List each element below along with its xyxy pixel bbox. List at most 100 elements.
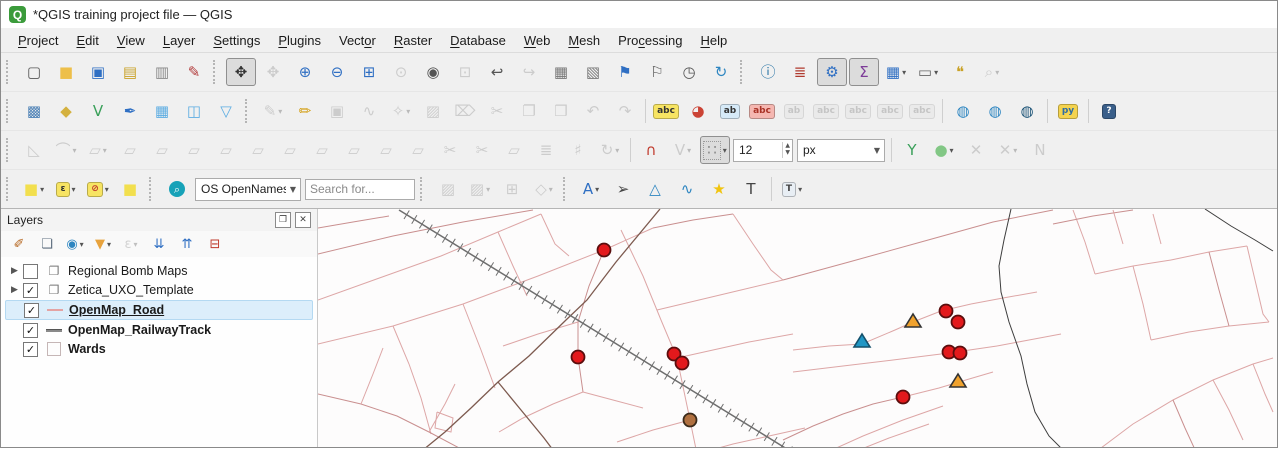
chevron-down-icon[interactable]: ▾ [1013,146,1017,155]
zoom-last[interactable]: ↩ [482,58,512,86]
new-shapefile-layer[interactable]: V [83,97,113,125]
refresh-map[interactable]: ↻ [706,58,736,86]
create-marker-annotation[interactable]: ★ [704,175,734,203]
new-temporary-scratch-layer[interactable]: ▦ [147,97,177,125]
style-manager[interactable]: ✎ [179,58,209,86]
data-source-manager[interactable]: ▩ [19,97,49,125]
layer-labeling-options[interactable]: abc [651,97,681,125]
zoom-out[interactable]: ⊖ [322,58,352,86]
create-annotation-layer[interactable]: A ▾ [576,175,606,203]
open-attribute-table[interactable]: ▦ ▾ [881,58,911,86]
create-polygon-annotation[interactable]: △ [640,175,670,203]
save-project[interactable]: ▣ [83,58,113,86]
chevron-down-icon[interactable]: ▾ [40,185,44,194]
new-virtual-layer[interactable]: ◫ [179,97,209,125]
zoom-full[interactable]: ⊞ [354,58,384,86]
help-contents[interactable]: ? [1094,97,1124,125]
new-project[interactable]: ▢ [19,58,49,86]
snapping-mode[interactable]: ∷ ▾ [700,136,730,164]
new-3d-map-view[interactable]: ▧ [578,58,608,86]
new-spatial-bookmark[interactable]: ⚑ [610,58,640,86]
expander-icon[interactable]: ▶ [11,266,23,276]
layer-item-openmap-railwaytrack[interactable]: ✓ OpenMap_RailwayTrack [5,321,313,339]
menu-processing[interactable]: Processing [609,30,691,51]
toolbar-grip[interactable] [6,60,15,84]
menu-database[interactable]: Database [441,30,515,51]
deselect-all[interactable]: ⊘ ▾ [83,175,113,203]
toggle-editing[interactable]: ✏ [290,97,320,125]
select-features[interactable]: ■ ▾ [19,175,49,203]
add-group[interactable]: ❏ [34,232,60,256]
layer-visibility-checkbox[interactable]: ✓ [23,282,38,298]
chevron-down-icon[interactable]: ▾ [80,240,84,249]
toolbar-grip[interactable] [420,177,429,201]
chevron-down-icon[interactable]: ▾ [105,185,109,194]
filter-legend[interactable]: ▼ ▾ [90,232,116,256]
open-project[interactable]: ■ [51,58,81,86]
snapping-unit[interactable]: px ▼ [797,138,885,162]
collapse-all[interactable]: ⇈ [174,232,200,256]
toolbar-grip[interactable] [6,138,15,162]
toolbar-grip[interactable] [149,177,158,201]
chevron-down-icon[interactable]: ▾ [73,146,77,155]
expand-all[interactable]: ⇊ [146,232,172,256]
highlight-pinned-labels[interactable]: abc [747,97,777,125]
identify-features[interactable]: ⓘ [753,58,783,86]
chevron-down-icon[interactable]: ▾ [950,146,954,155]
layer-item-regional-bomb-maps[interactable]: ▶ ❐ Regional Bomb Maps [5,262,313,280]
menu-raster[interactable]: Raster [385,30,441,51]
python-console[interactable]: py [1053,97,1083,125]
float-panel-button[interactable]: ❐ [275,212,291,228]
statistical-summary[interactable]: ≣ [785,58,815,86]
layer-visibility-checkbox[interactable] [23,263,38,279]
pin-unpin-labels[interactable]: ab [715,97,745,125]
layer-item-zetica-uxo-template[interactable]: ▶ ✓ ❐ Zetica_UXO_Template [5,281,313,299]
search-web-services[interactable]: ◍ [980,97,1010,125]
menu-project[interactable]: Project [9,30,67,51]
chevron-down-icon[interactable]: ▾ [687,146,691,155]
openames-search-input[interactable] [305,178,415,200]
toolbar-grip[interactable] [740,60,749,84]
openames-gazetteer[interactable]: OS OpenNames ▼ [195,177,301,201]
modify-annotations[interactable]: ➢ [608,175,638,203]
avoid-overlap[interactable]: ● ▾ [929,136,959,164]
temporal-controller[interactable]: ◷ [674,58,704,86]
chevron-down-icon[interactable]: ▾ [615,146,619,155]
menu-view[interactable]: View [108,30,154,51]
menu-layer[interactable]: Layer [154,30,205,51]
openames-search-icon[interactable]: ⌕ [162,175,192,203]
select-by-expression[interactable]: ε ▾ [51,175,81,203]
chevron-down-icon[interactable]: ▾ [72,185,76,194]
chevron-down-icon[interactable]: ▾ [723,146,727,155]
new-map-view[interactable]: ▦ [546,58,576,86]
menu-help[interactable]: Help [691,30,736,51]
enable-snapping[interactable]: ∩ [636,136,666,164]
processing-toolbox[interactable]: ⚙ [817,58,847,86]
new-geopackage-layer[interactable]: ◆ [51,97,81,125]
map-canvas[interactable] [318,209,1277,447]
show-spatial-bookmarks[interactable]: ⚐ [642,58,672,86]
zoom-to-layer[interactable]: ◉ [418,58,448,86]
manage-map-themes[interactable]: ◉ ▾ [62,232,88,256]
layer-item-wards[interactable]: ✓ Wards [5,340,313,358]
menu-vector[interactable]: Vector [330,30,385,51]
toolbar-grip[interactable] [563,177,572,201]
chevron-down-icon[interactable]: ▾ [798,185,802,194]
chevron-down-icon[interactable]: ▾ [595,185,599,194]
statistics-panel[interactable]: Σ [849,58,879,86]
menu-settings[interactable]: Settings [204,30,269,51]
toolbar-grip[interactable] [6,177,15,201]
chevron-down-icon[interactable]: ▾ [934,68,938,77]
layer-visibility-checkbox[interactable]: ✓ [24,302,39,318]
new-mesh-layer[interactable]: ▽ [211,97,241,125]
menu-web[interactable]: Web [515,30,560,51]
menu-edit[interactable]: Edit [67,30,107,51]
chevron-down-icon[interactable]: ▾ [995,68,999,77]
create-line-annotation[interactable]: ∿ [672,175,702,203]
chevron-down-icon[interactable]: ▾ [549,185,553,194]
chevron-down-icon[interactable]: ▾ [134,240,138,249]
layer-item-openmap-road[interactable]: ✓ OpenMap_Road [5,300,313,320]
remove-layer[interactable]: ⊟ [202,232,228,256]
layer-diagram-options[interactable]: ◕ [683,97,713,125]
metasearch[interactable]: ◍ [1012,97,1042,125]
